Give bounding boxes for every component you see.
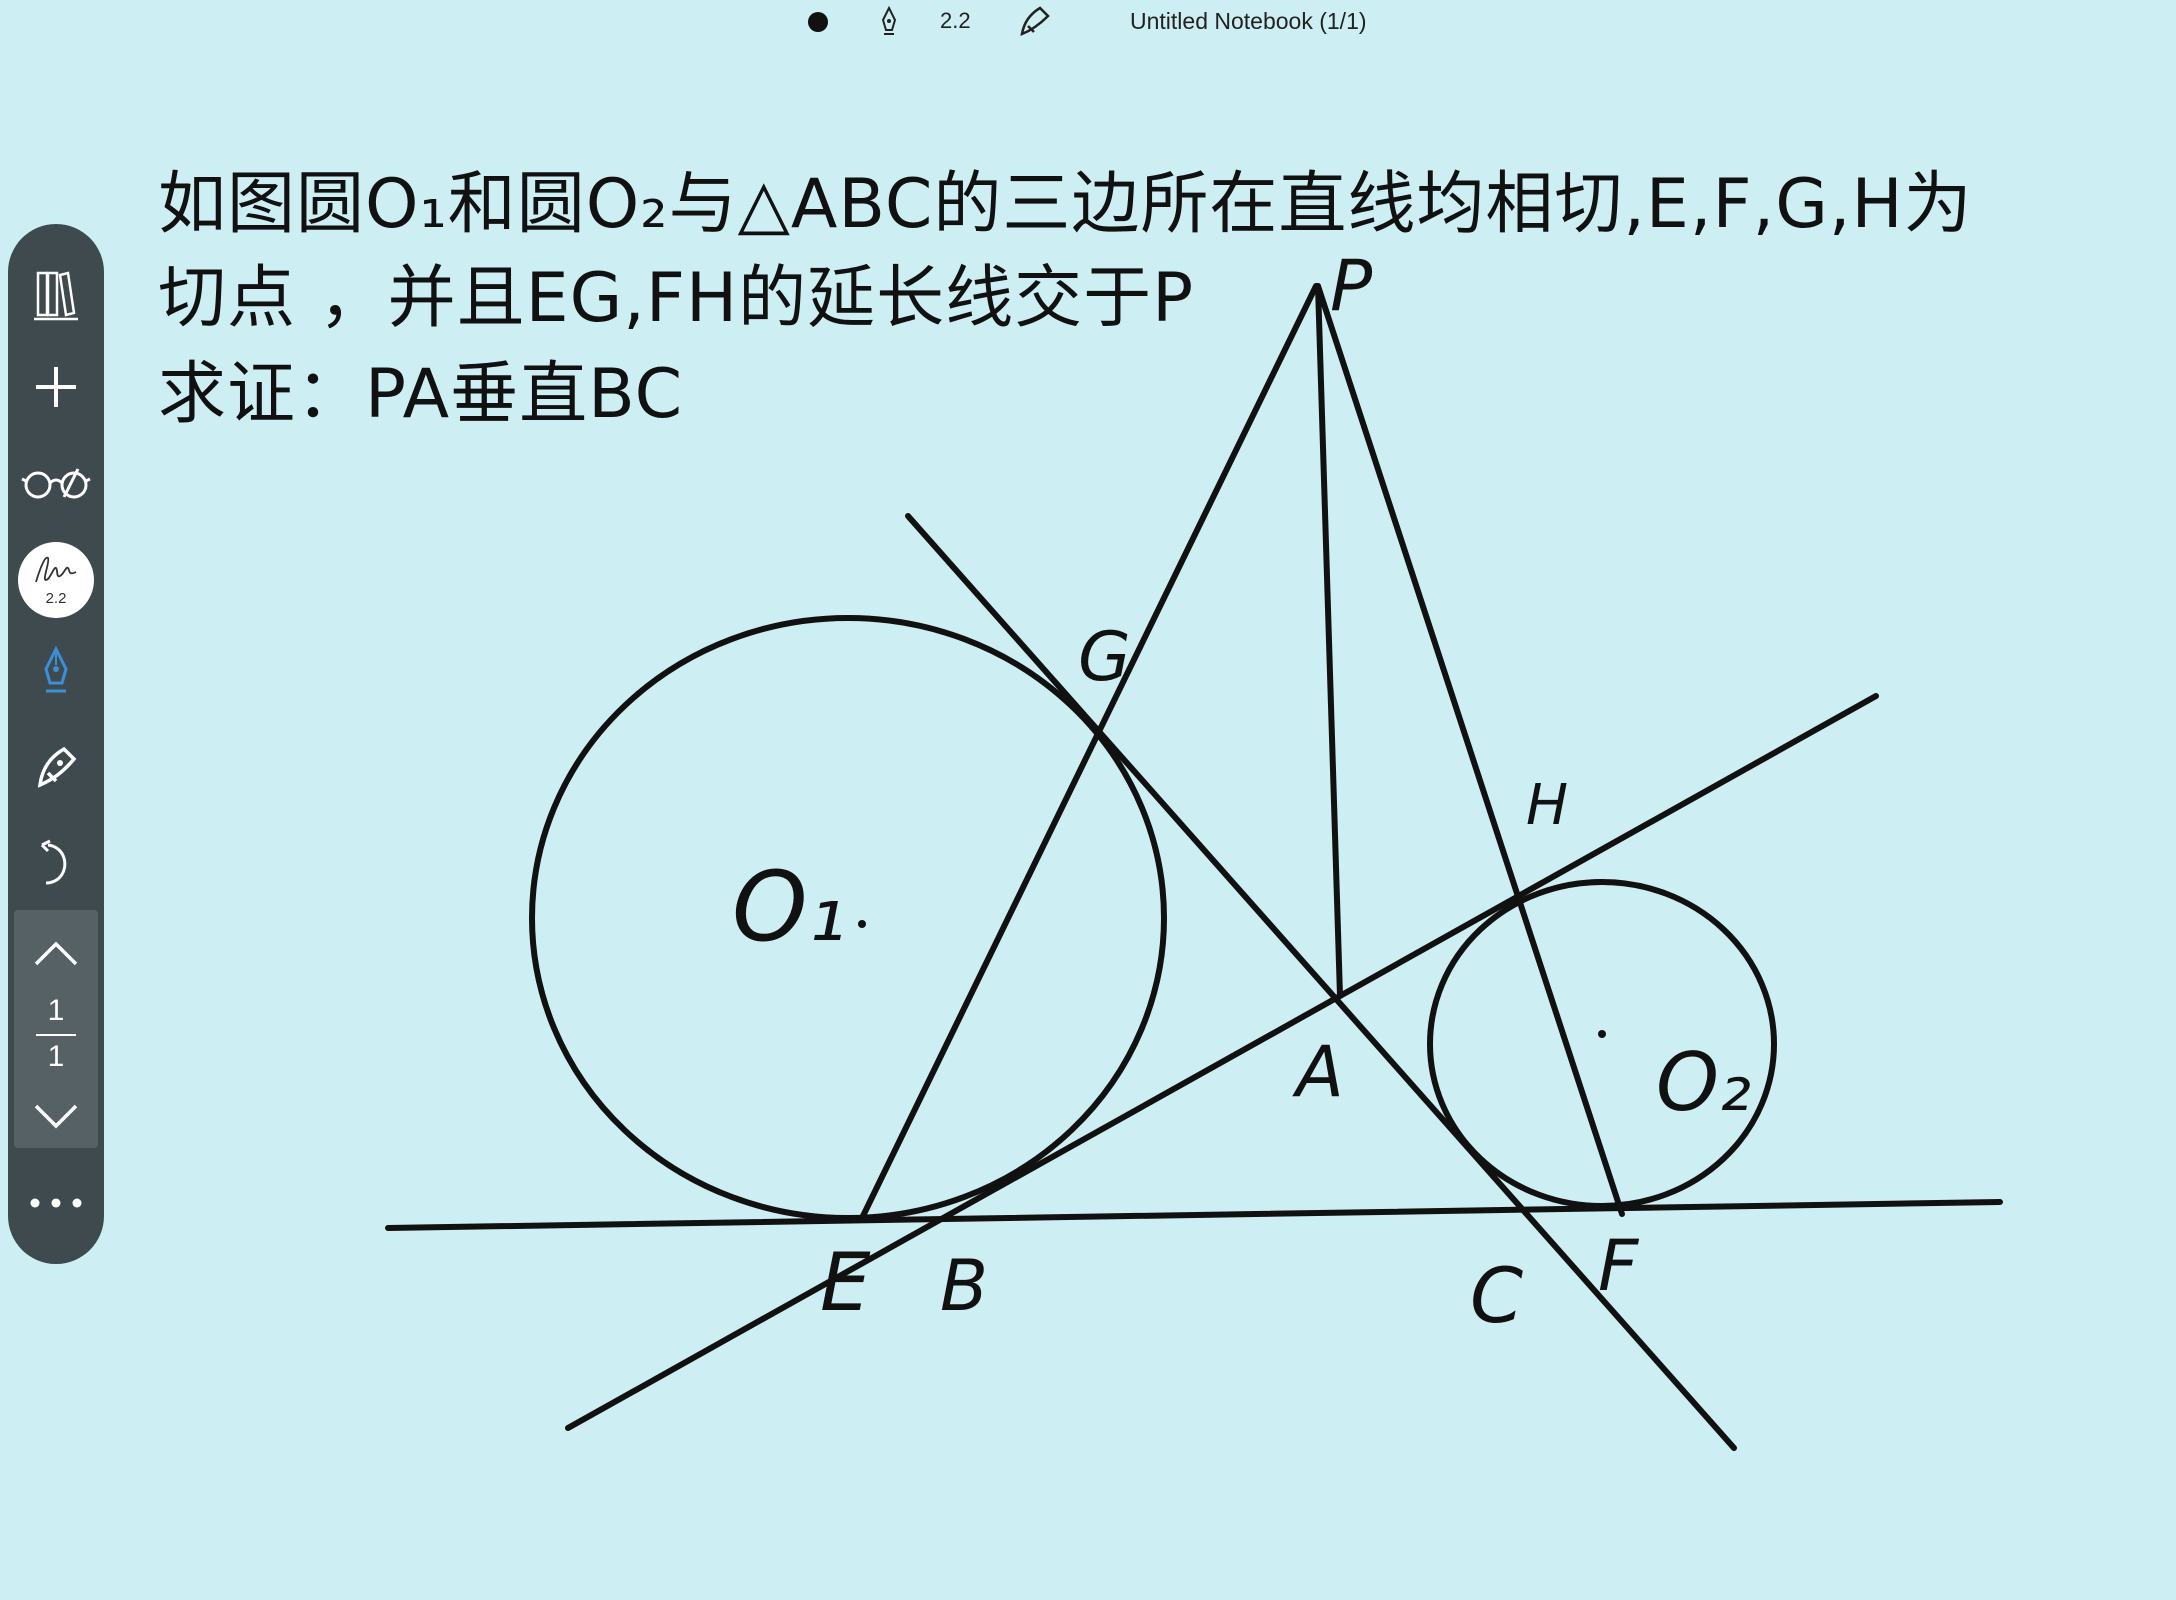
center-o1-dot (858, 920, 866, 928)
label-f: F (1598, 1225, 1640, 1307)
line-pf (1315, 283, 1625, 1217)
label-c: C (1470, 1251, 1523, 1340)
label-o2: O₂ (1656, 1036, 1751, 1129)
label-p: P (1330, 245, 1373, 327)
geometry-drawing[interactable]: P G H A O₁ O₂ E B C F (0, 0, 2176, 1600)
line-pe (859, 283, 1319, 1221)
line-pa (1315, 283, 1343, 999)
label-h: H (1526, 773, 1568, 838)
label-g: G (1078, 618, 1131, 697)
label-e: E (820, 1236, 871, 1329)
label-a: A (1292, 1031, 1344, 1113)
label-o1: O₁ (732, 851, 846, 963)
center-o2-dot (1598, 1030, 1606, 1038)
circle-o1 (529, 615, 1167, 1221)
line-bc (385, 1199, 2003, 1231)
label-b: B (940, 1245, 988, 1327)
line-ac (905, 513, 1737, 1451)
